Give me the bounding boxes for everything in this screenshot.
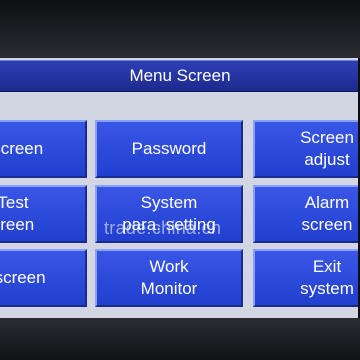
monitor-bezel-bottom <box>0 318 360 360</box>
alarm-screen-button[interactable]: Alarm screen <box>253 185 360 243</box>
monitor-bezel-top <box>0 0 360 58</box>
exit-system-button[interactable]: Exit system <box>253 249 360 307</box>
menu-button-label: System <box>140 193 198 212</box>
menu-button-label: Test <box>0 193 29 212</box>
system-para-setting-button[interactable]: System para. setting <box>95 185 243 243</box>
hmi-screen: Menu Screen t screen Password Screen adj… <box>0 58 360 318</box>
screen-title: Menu Screen <box>0 60 360 92</box>
menu-button-r3c1[interactable]: p screen <box>0 249 87 307</box>
menu-button-label: p screen <box>0 268 46 287</box>
menu-button-label: t screen <box>0 139 44 158</box>
menu-button-label: adjust <box>304 150 350 169</box>
menu-button-label: screen <box>301 215 353 234</box>
menu-button-label: creen <box>0 215 35 234</box>
menu-button-label: system <box>300 279 354 298</box>
menu-button-label: Password <box>131 139 207 158</box>
work-monitor-button[interactable]: Work Monitor <box>95 249 243 307</box>
menu-button-r1c1[interactable]: t screen <box>0 120 87 178</box>
menu-button-label: Exit <box>312 257 342 276</box>
menu-button-label: Alarm <box>304 193 350 212</box>
menu-button-label: Monitor <box>140 279 198 298</box>
screen-adjust-button[interactable]: Screen adjust <box>253 120 360 178</box>
menu-button-label: Screen <box>300 128 354 147</box>
test-screen-button[interactable]: Test creen <box>0 185 87 243</box>
menu-button-label: para. setting <box>122 215 216 234</box>
menu-button-label: Work <box>149 257 189 276</box>
password-button[interactable]: Password <box>95 120 243 178</box>
